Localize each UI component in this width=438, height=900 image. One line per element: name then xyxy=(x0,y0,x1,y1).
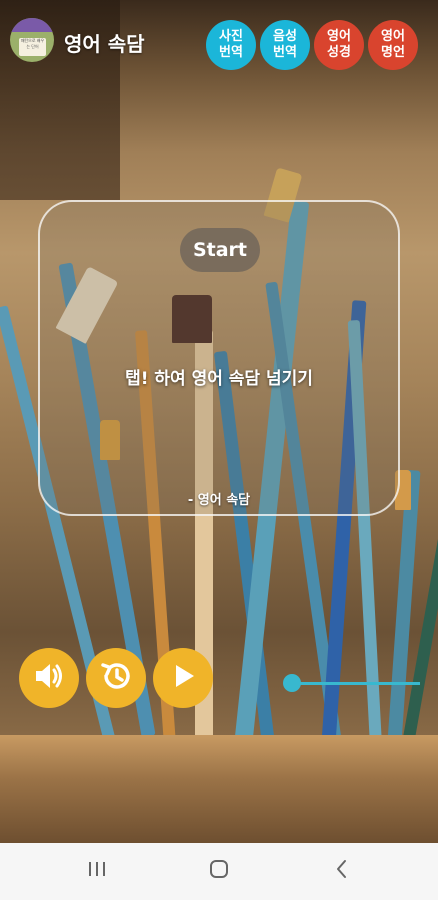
logo-card-text: 패턴으로 배우는 단어 xyxy=(19,38,46,56)
english-bible-button[interactable]: 영어 성경 xyxy=(314,20,364,70)
start-button[interactable]: Start xyxy=(180,228,260,272)
photo-translate-button[interactable]: 사진 번역 xyxy=(206,20,256,70)
home-icon xyxy=(208,858,230,884)
wooden-shelf xyxy=(0,735,438,843)
play-icon xyxy=(168,661,198,695)
voice-translate-button[interactable]: 음성 번역 xyxy=(260,20,310,70)
home-button[interactable] xyxy=(199,857,239,885)
back-icon xyxy=(333,858,351,884)
logo-band xyxy=(10,18,54,32)
app-title: 영어 속담 xyxy=(64,32,145,56)
speaker-icon xyxy=(32,659,66,697)
app-bar: 패턴으로 배우는 단어 영어 속담 사진 번역 음성 번역 영어 성경 영어 명… xyxy=(0,0,438,82)
speed-slider-thumb[interactable] xyxy=(283,674,301,692)
system-nav-bar xyxy=(0,843,438,900)
back-button[interactable] xyxy=(322,857,362,885)
play-button[interactable] xyxy=(153,648,213,708)
app-logo: 패턴으로 배우는 단어 xyxy=(10,18,54,62)
history-button[interactable] xyxy=(86,648,146,708)
speaker-button[interactable] xyxy=(19,648,79,708)
history-icon xyxy=(98,658,134,698)
recent-apps-icon xyxy=(86,860,108,882)
english-quotes-button[interactable]: 영어 명언 xyxy=(368,20,418,70)
proverb-source: - 영어 속담 xyxy=(187,493,251,508)
speed-slider-track[interactable] xyxy=(292,682,420,685)
proverb-text: 탭! 하여 영어 속담 넘기기 xyxy=(125,369,313,389)
recent-apps-button[interactable] xyxy=(77,857,117,885)
